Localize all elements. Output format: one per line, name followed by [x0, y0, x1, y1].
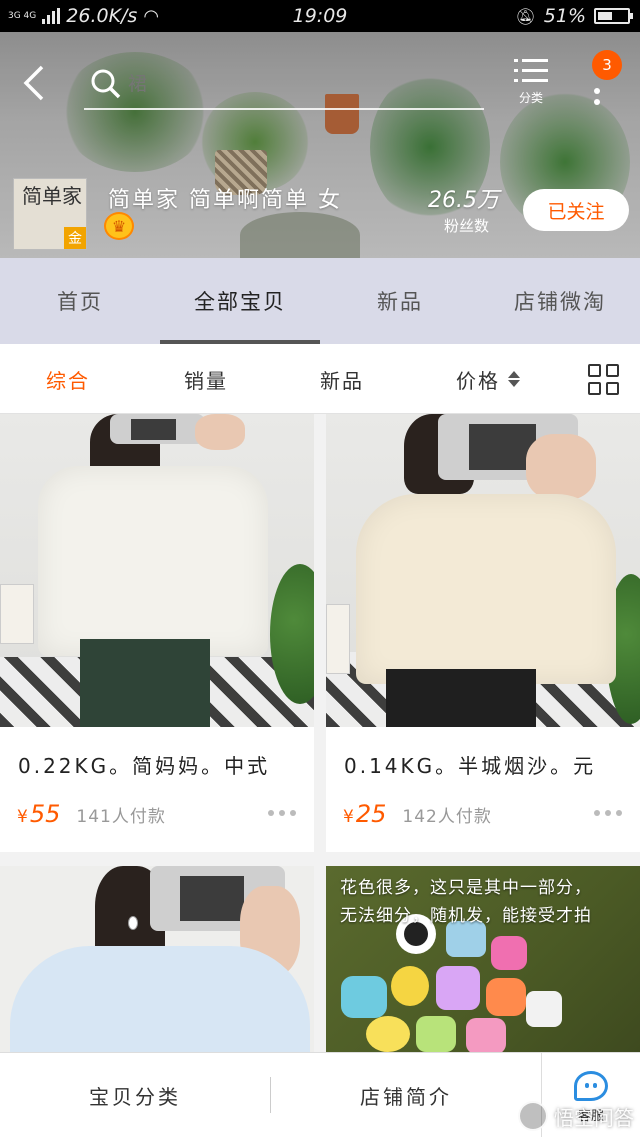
buyer-count: 141人付款 [76, 807, 166, 827]
shop-intro-button[interactable]: 店铺简介 [271, 1053, 541, 1137]
grid-view-icon[interactable] [588, 364, 620, 396]
product-title: 0.22KG。简妈妈。中式 [18, 754, 271, 778]
notification-badge: 3 [592, 50, 622, 80]
battery-icon [594, 8, 633, 24]
product-overlay-text: 花色很多，这只是其中一部分， 无法细分，随机发，能接受才拍 [340, 874, 592, 930]
price-row: ¥ 55 141人付款 [17, 800, 166, 828]
more-horizontal-icon[interactable] [594, 810, 622, 816]
shop-name: 简单家 简单啊简单 女 [108, 188, 342, 213]
battery-percent: 51% [543, 5, 586, 27]
sort-price-label: 价格 [456, 368, 500, 393]
search-bar[interactable] [84, 60, 484, 110]
more-horizontal-icon[interactable] [268, 810, 296, 816]
sort-comprehensive[interactable]: 综合 [46, 344, 90, 414]
crown-icon: ♛ [104, 212, 134, 240]
product-price: 25 [355, 800, 387, 828]
sort-arrows-icon [508, 371, 520, 387]
watermark-text: 悟空问答 [554, 1105, 634, 1130]
chat-bubble-icon [574, 1071, 608, 1101]
tab-home[interactable]: 首页 [0, 258, 160, 344]
taobao-shop-screen: { "status_bar": { "network": "3G 4G", "s… [0, 0, 640, 1137]
overlay-line-2: 无法细分，随机发，能接受才拍 [340, 906, 592, 926]
currency-symbol: ¥ [343, 807, 354, 827]
fans-count: 26.5万 [428, 188, 499, 213]
product-image[interactable] [0, 866, 314, 1054]
product-card[interactable]: 0.22KG。简妈妈。中式 ¥ 55 141人付款 [0, 414, 314, 852]
tab-all-items[interactable]: 全部宝贝 [160, 258, 320, 344]
product-price: 55 [29, 800, 61, 828]
overlay-line-1: 花色很多，这只是其中一部分， [340, 878, 592, 898]
tab-new-items[interactable]: 新品 [320, 258, 480, 344]
category-label: 分类 [518, 91, 543, 105]
sort-new[interactable]: 新品 [320, 344, 364, 414]
list-icon [514, 59, 548, 82]
gold-seller-badge: 金 [64, 227, 86, 249]
more-vertical-icon [594, 88, 600, 105]
chevron-left-icon [23, 65, 44, 101]
follow-button[interactable]: 已关注 [523, 189, 629, 231]
price-row: ¥ 25 142人付款 [343, 800, 492, 828]
product-card[interactable] [0, 866, 314, 1054]
shop-header: 分类 3 简单家 金 简单家 简单啊简单 女 ♛ 26.5万 粉丝数 已关注 [0, 32, 640, 258]
fans-label: 粉丝数 [444, 217, 490, 235]
product-card[interactable]: 花色很多，这只是其中一部分， 无法细分，随机发，能接受才拍 [326, 866, 640, 1054]
product-image[interactable] [0, 414, 314, 727]
mute-bell-icon: 🔕︎ [515, 6, 536, 26]
product-title: 0.14KG。半城烟沙。元 [344, 754, 597, 778]
sort-price[interactable]: 价格 [456, 344, 520, 414]
product-image[interactable] [326, 414, 640, 727]
category-button[interactable]: 分类 [505, 57, 557, 117]
shop-logo-text: 简单家 [22, 184, 82, 208]
sort-bar: 综合 销量 新品 价格 [0, 344, 640, 414]
back-button[interactable] [14, 60, 54, 106]
watermark: 悟空问答 [518, 1101, 634, 1131]
product-grid: 0.22KG。简妈妈。中式 ¥ 55 141人付款 0.14KG。半城烟沙。元 … [0, 414, 640, 1054]
search-icon [84, 62, 128, 106]
sort-sales[interactable]: 销量 [184, 344, 228, 414]
search-input[interactable] [128, 73, 428, 95]
shop-logo[interactable]: 简单家 金 [13, 178, 87, 250]
item-categories-button[interactable]: 宝贝分类 [0, 1053, 270, 1137]
wukong-logo-icon [518, 1101, 548, 1131]
more-menu-button[interactable]: 3 [580, 50, 630, 120]
product-image[interactable]: 花色很多，这只是其中一部分， 无法细分，随机发，能接受才拍 [326, 866, 640, 1054]
status-bar: 3G 4G 26.0K/s ◠ 19:09 🔕︎ 51% [0, 0, 640, 32]
product-card[interactable]: 0.14KG。半城烟沙。元 ¥ 25 142人付款 [326, 414, 640, 852]
tab-shop-weitao[interactable]: 店铺微淘 [480, 258, 640, 344]
buyer-count: 142人付款 [402, 807, 492, 827]
status-right: 🔕︎ 51% [515, 0, 633, 32]
currency-symbol: ¥ [17, 807, 28, 827]
shop-tab-bar: 首页 全部宝贝 新品 店铺微淘 [0, 258, 640, 344]
